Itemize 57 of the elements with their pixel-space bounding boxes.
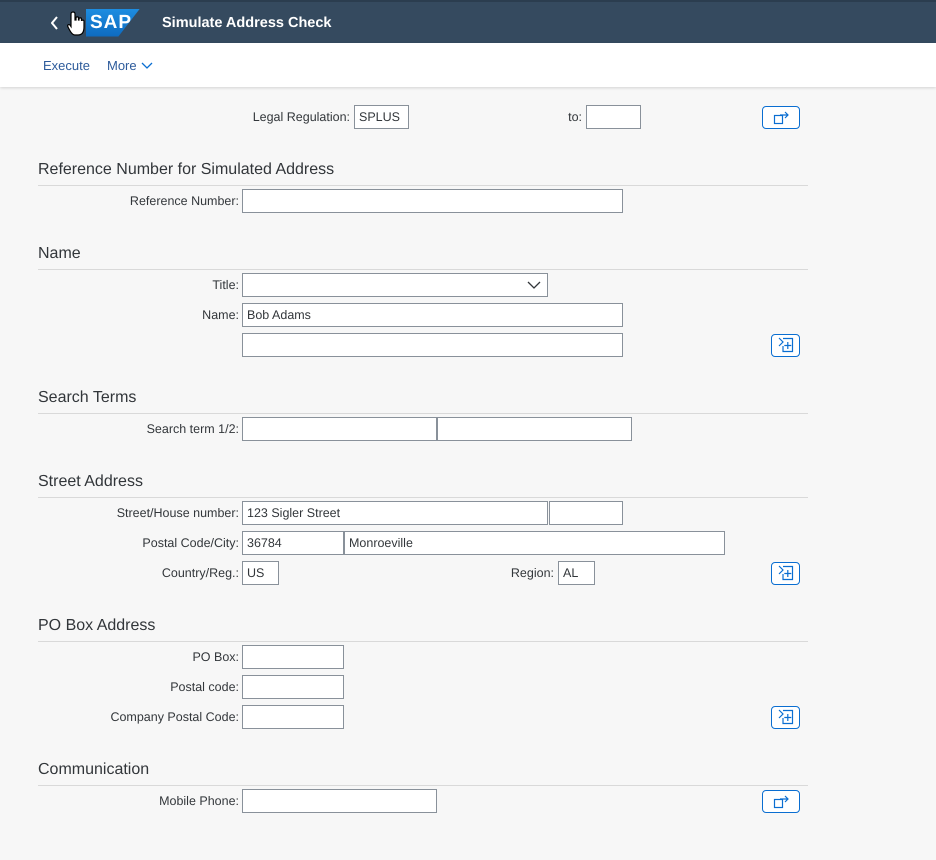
chevron-down-icon [140, 62, 153, 68]
input-field[interactable]: SPLUS [354, 105, 409, 129]
app-title: Simulate Address Check [162, 14, 332, 30]
input-field[interactable]: 123 Sigler Street [242, 501, 548, 525]
input-field[interactable]: US [242, 561, 279, 585]
field-label: Legal Regulation: [252, 110, 350, 124]
field-label: Country/Reg.: [160, 566, 239, 580]
field-label: Postal code: [169, 680, 239, 694]
back-button[interactable] [50, 14, 60, 30]
input-field[interactable] [242, 333, 623, 357]
box-plus-icon [778, 337, 794, 353]
back-icon [51, 16, 59, 30]
field-label: Reference Number: [128, 194, 239, 208]
section-title: PO Box Address [38, 616, 808, 642]
section-title: Street Address [38, 472, 808, 498]
field-label: to: [567, 110, 582, 124]
input-field[interactable]: AL [558, 561, 595, 585]
field-label: Mobile Phone: [158, 794, 239, 808]
input-field[interactable] [242, 789, 437, 813]
input-field[interactable]: 36784 [242, 531, 344, 555]
square-arrow-icon [773, 109, 789, 125]
dropdown-field[interactable] [242, 273, 548, 297]
box-plus-icon [778, 565, 794, 581]
section-title: Reference Number for Simulated Address [38, 160, 808, 186]
input-field[interactable]: Monroeville [344, 531, 725, 555]
section-title: Communication [38, 760, 808, 786]
chevron-down-icon [527, 281, 541, 289]
input-field[interactable] [242, 189, 623, 213]
add-fields-button[interactable] [771, 706, 800, 728]
open-button[interactable] [762, 106, 800, 128]
field-label: Street/House number: [116, 506, 239, 520]
input-field[interactable] [549, 501, 623, 525]
field-label: Title: [211, 278, 239, 292]
input-field[interactable] [242, 705, 344, 729]
execute-button[interactable]: Execute [34, 54, 98, 76]
field-label: Search term 1/2: [146, 422, 239, 436]
logo: SAP [86, 8, 140, 36]
section-title: Name [38, 244, 808, 270]
square-arrow-icon [773, 793, 789, 809]
field-label: Name: [201, 308, 239, 322]
open-button[interactable] [762, 790, 800, 812]
section-title: Search Terms [38, 388, 808, 414]
input-field[interactable] [242, 645, 344, 669]
field-label: Postal Code/City: [141, 536, 239, 550]
add-fields-button[interactable] [771, 334, 800, 356]
input-field[interactable]: Bob Adams [242, 303, 623, 327]
input-field[interactable] [586, 105, 641, 129]
box-plus-icon [778, 709, 794, 725]
more-menu-button[interactable]: More [98, 54, 161, 76]
input-field[interactable] [242, 675, 344, 699]
input-field[interactable] [242, 417, 437, 441]
hand-cursor-icon [66, 10, 85, 36]
field-label: Region: [510, 566, 554, 580]
input-field[interactable] [437, 417, 632, 441]
add-fields-button[interactable] [771, 562, 800, 584]
field-label: PO Box: [191, 650, 239, 664]
field-label: Company Postal Code: [109, 710, 239, 724]
